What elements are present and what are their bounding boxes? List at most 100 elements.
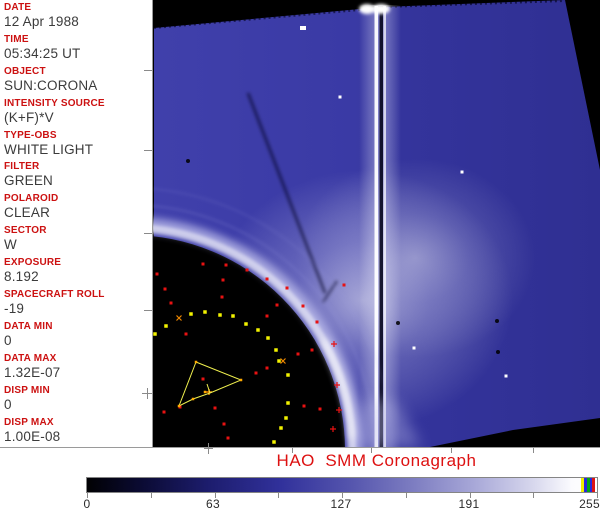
yellow-fiducial-dot	[277, 359, 281, 363]
star-point	[338, 95, 342, 99]
colorbar-tick-label: 255	[579, 497, 600, 511]
yellow-fiducial-dot	[286, 373, 290, 377]
yellow-fiducial-dot	[274, 348, 278, 352]
field-label: DISP MAX	[4, 416, 54, 428]
field-value: 1.00E-08	[4, 428, 61, 444]
yellow-fiducial-dot	[218, 313, 222, 317]
yellow-fiducial-dot	[164, 324, 168, 328]
colorbar-saturation-stripes	[581, 478, 595, 492]
red-fiducial-dot	[213, 406, 217, 410]
field-value: 8.192	[4, 269, 39, 285]
field-label: DATE	[4, 2, 32, 13]
metadata-field: DATE 12 Apr 1988	[0, 0, 152, 32]
yellow-fiducial-dot	[266, 336, 270, 340]
yellow-fiducial-dot	[189, 312, 193, 316]
red-fiducial-dot	[275, 303, 279, 307]
metadata-field: OBJECT SUN:CORONA	[0, 64, 152, 96]
field-value: 0	[4, 396, 12, 412]
red-fiducial-dot	[315, 320, 319, 324]
page-title: HAO SMM Coronagraph	[276, 451, 477, 470]
field-value: GREEN	[4, 173, 54, 189]
metadata-field: TIME 05:34:25 UT	[0, 32, 152, 64]
red-fiducial-dot	[201, 262, 205, 266]
red-fiducial-dot	[221, 278, 225, 282]
red-fiducial-dot	[169, 301, 173, 305]
dark-speck	[396, 321, 400, 325]
yellow-fiducial-dot	[203, 310, 207, 314]
red-fiducial-dot	[184, 332, 188, 336]
colorbar-tick-label: 127	[330, 497, 352, 511]
field-value: 1.32E-07	[4, 364, 61, 380]
field-label: POLAROID	[4, 193, 59, 205]
field-label: DATA MAX	[4, 352, 57, 364]
yellow-polygon-outline	[178, 361, 243, 408]
colorbar-tick-label: 191	[458, 497, 480, 511]
red-fiducial-dot	[310, 348, 314, 352]
metadata-field: FILTER GREEN	[0, 159, 152, 191]
field-label: TYPE-OBS	[4, 129, 57, 141]
field-value: 12 Apr 1988	[4, 14, 80, 29]
axis-tick	[144, 150, 152, 151]
field-value: -19	[4, 301, 25, 317]
metadata-field: SPACECRAFT ROLL -19	[0, 287, 152, 319]
star-point	[412, 346, 416, 350]
metadata-field: SECTOR W	[0, 223, 152, 255]
red-fiducial-dot	[163, 287, 167, 291]
field-label: SPACECRAFT ROLL	[4, 289, 105, 301]
red-fiducial-dot	[296, 352, 300, 356]
yellow-fiducial-dot	[286, 401, 290, 405]
metadata-field: POLAROID CLEAR	[0, 191, 152, 223]
axis-tick	[144, 310, 152, 311]
orange-x-mark	[280, 358, 286, 364]
orange-x-mark	[176, 315, 182, 321]
overlay-marks	[153, 26, 508, 444]
polygon-vertex-dot	[177, 404, 181, 408]
red-fiducial-dot	[254, 371, 258, 375]
red-fiducial-dot	[342, 283, 346, 287]
colorbar-tick-label: 0	[83, 497, 91, 511]
red-plus-mark	[330, 426, 336, 432]
axis-tick	[144, 233, 152, 234]
metadata-field: EXPOSURE 8.192	[0, 255, 152, 287]
dark-speck	[186, 159, 190, 163]
field-value: (K+F)*V	[4, 109, 54, 125]
saturation-stripe	[592, 478, 595, 492]
yellow-fiducial-dot	[272, 440, 276, 444]
field-label: DATA MIN	[4, 320, 53, 332]
yellow-fiducial-dot	[256, 328, 260, 332]
red-plus-mark	[334, 382, 340, 388]
field-label: FILTER	[4, 161, 40, 173]
colorbar-tick	[278, 493, 280, 498]
image-frame-left	[152, 0, 153, 448]
red-fiducial-dot	[201, 377, 205, 381]
colorbar-tick	[405, 493, 407, 498]
red-fiducial-dot	[245, 268, 249, 272]
red-fiducial-dot	[265, 277, 269, 281]
field-label: TIME	[4, 33, 29, 45]
colorbar-tick-label: 63	[206, 497, 220, 511]
red-fiducial-dot	[265, 366, 269, 370]
colorbar-tick	[533, 493, 535, 498]
red-fiducial-dot	[162, 410, 166, 414]
yellow-fiducial-dot	[284, 416, 288, 420]
red-fiducial-dot	[285, 286, 289, 290]
colorbar	[86, 477, 598, 493]
metadata-field: DISP MIN 0	[0, 383, 152, 415]
yellow-fiducial-dot	[231, 314, 235, 318]
polygon-vertex-dot	[191, 397, 195, 401]
colorbar-tick	[150, 493, 152, 498]
metadata-field: DATA MAX 1.32E-07	[0, 351, 152, 383]
red-fiducial-dot	[302, 404, 306, 408]
red-fiducial-dot	[155, 272, 159, 276]
field-value: W	[4, 237, 17, 253]
metadata-field: DATA MIN 0	[0, 319, 152, 351]
field-value: SUN:CORONA	[4, 77, 98, 93]
red-fiducial-dot	[222, 422, 226, 426]
metadata-field: DISP MAX 1.00E-08	[0, 415, 152, 447]
polygon-vertex-dot	[203, 390, 207, 394]
red-plus-mark	[336, 407, 342, 413]
field-value: 05:34:25 UT	[4, 45, 81, 61]
field-label: SECTOR	[4, 225, 47, 237]
coronagraph-image	[153, 0, 600, 447]
red-fiducial-dot	[220, 295, 224, 299]
